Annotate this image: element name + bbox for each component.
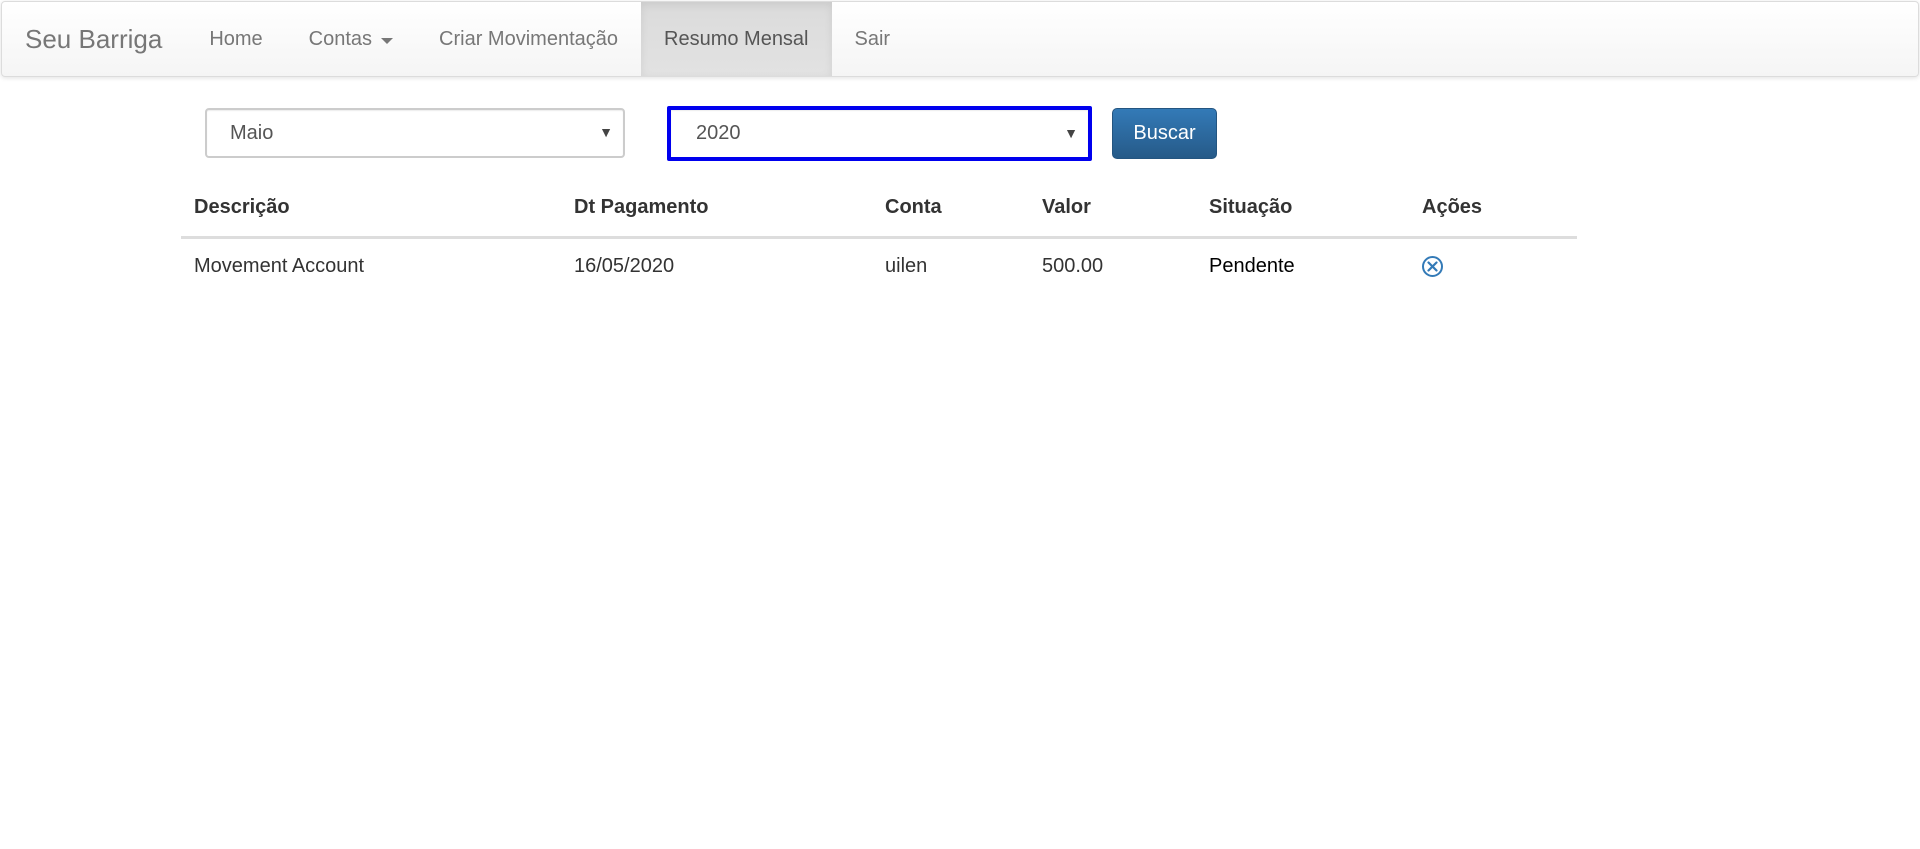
cell-valor: 500.00: [1042, 254, 1104, 277]
nav-item-contas-dropdown[interactable]: Contas: [286, 2, 416, 76]
nav-item-label: Contas: [308, 27, 373, 50]
nav-item-resumo-mensal[interactable]: Resumo Mensal: [641, 2, 832, 76]
cell-descricao: Movement Account: [194, 254, 365, 277]
nav-item-sair[interactable]: Sair: [832, 2, 914, 76]
column-header-conta: Conta: [872, 190, 1029, 239]
month-select[interactable]: Maio ▼: [205, 108, 625, 158]
cell-conta: uilen: [885, 254, 928, 277]
caret-down-icon: [381, 37, 394, 44]
navbar: Seu Barriga Home Contas Criar Movimentaç…: [1, 1, 1919, 77]
column-header-valor: Valor: [1029, 190, 1196, 239]
month-select-value: Maio: [230, 121, 274, 144]
column-header-dt-pagamento: Dt Pagamento: [561, 190, 872, 239]
nav-menu: Home Contas Criar Movimentação Resumo Me…: [186, 2, 913, 76]
column-header-situacao: Situação: [1196, 190, 1409, 239]
nav-item-label: Criar Movimentação: [439, 27, 618, 50]
nav-item-home[interactable]: Home: [186, 2, 285, 76]
nav-item-label: Resumo Mensal: [664, 27, 809, 50]
table-row: Movement Account 16/05/2020 uilen 500.00…: [181, 237, 1577, 294]
year-select-value: 2020: [696, 122, 741, 144]
nav-item-label: Home: [209, 27, 263, 50]
search-button[interactable]: Buscar: [1112, 108, 1217, 159]
dropdown-arrow-icon: ▼: [599, 124, 613, 141]
nav-item-criar-movimentacao[interactable]: Criar Movimentação: [416, 2, 641, 76]
dropdown-arrow-icon: ▼: [1064, 124, 1078, 141]
cell-dt-pagamento: 16/05/2020: [574, 254, 675, 277]
nav-item-label: Sair: [854, 27, 891, 50]
cell-acoes: [1409, 237, 1577, 294]
table-header-row: Descrição Dt Pagamento Conta Valor Situa…: [181, 190, 1577, 239]
column-header-acoes: Ações: [1409, 190, 1577, 239]
monthly-summary-table: Descrição Dt Pagamento Conta Valor Situa…: [181, 190, 1577, 294]
brand-link[interactable]: Seu Barriga: [2, 2, 186, 76]
year-select[interactable]: 2020 ▼: [667, 106, 1092, 161]
remove-circle-icon[interactable]: [1422, 255, 1443, 277]
column-header-descricao: Descrição: [181, 190, 561, 239]
cell-situacao: Pendente: [1209, 254, 1295, 277]
